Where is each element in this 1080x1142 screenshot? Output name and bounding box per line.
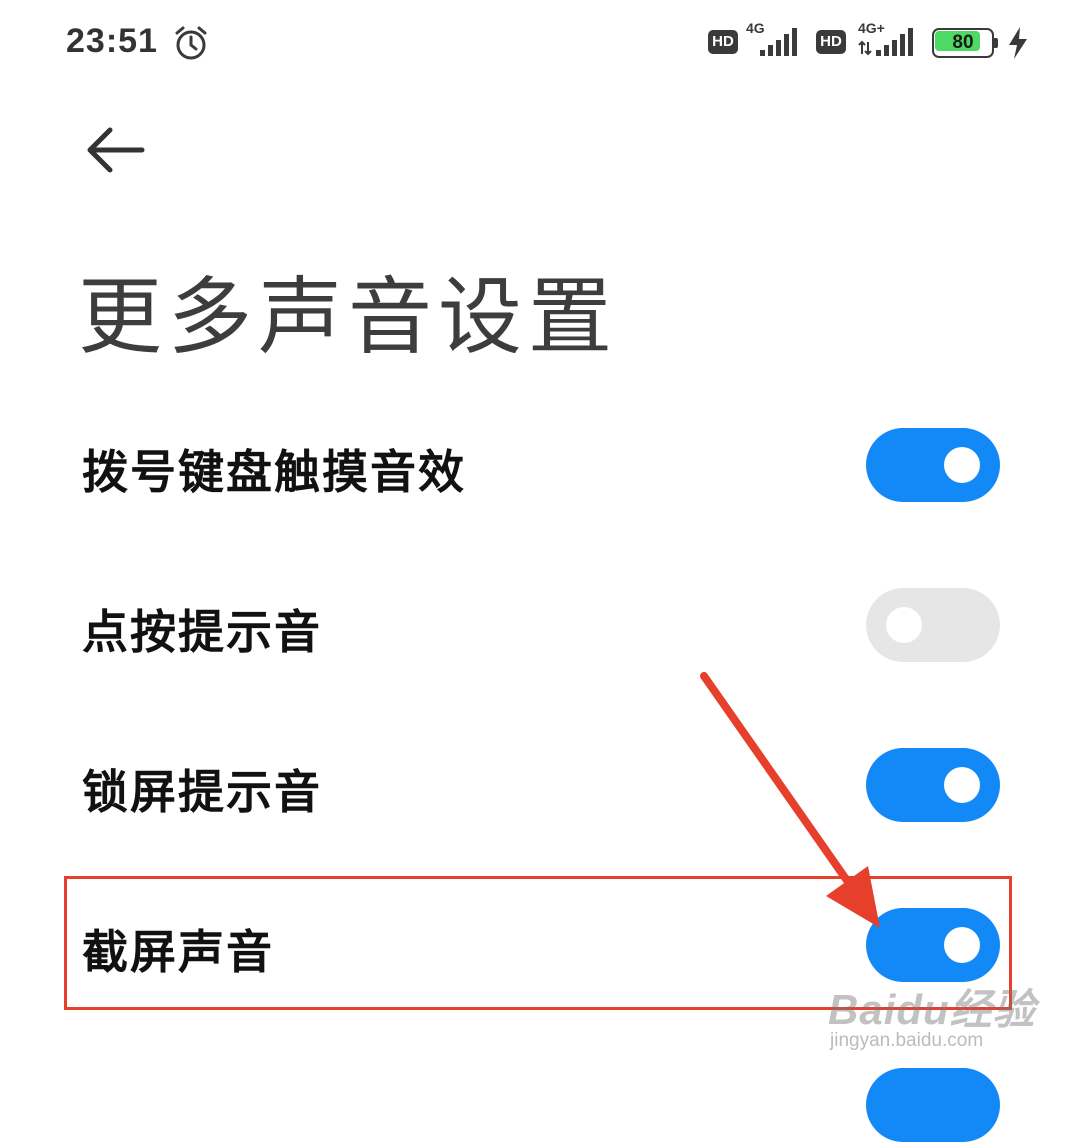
toggle-knob bbox=[944, 927, 980, 963]
back-button[interactable] bbox=[76, 118, 156, 182]
setting-row-dialpad-touch-sound: 拨号键盘触摸音效 bbox=[0, 386, 1080, 546]
sim1-signal-icon bbox=[760, 28, 797, 56]
setting-label: 截屏声音 bbox=[82, 925, 274, 979]
next-setting-toggle-partial[interactable] bbox=[866, 1068, 1000, 1142]
setting-row-lock-screen-sound: 锁屏提示音 bbox=[0, 706, 1080, 866]
battery-indicator: 80 bbox=[932, 28, 998, 58]
toggle-knob bbox=[886, 607, 922, 643]
setting-row-tap-sound: 点按提示音 bbox=[0, 546, 1080, 706]
battery-level-text: 80 bbox=[952, 32, 974, 53]
setting-row-screenshot-sound: 截屏声音 bbox=[0, 866, 1080, 1026]
sim1-hd-badge: HD bbox=[708, 30, 738, 54]
screenshot-sound-toggle[interactable] bbox=[866, 908, 1000, 982]
alarm-clock-icon bbox=[175, 26, 207, 60]
status-time: 23:51 bbox=[66, 22, 158, 60]
data-activity-icon bbox=[858, 40, 872, 56]
tap-sound-toggle[interactable] bbox=[866, 588, 1000, 662]
battery-tip bbox=[994, 38, 998, 48]
watermark-url: jingyan.baidu.com bbox=[830, 1030, 984, 1051]
charging-bolt-icon bbox=[1009, 27, 1027, 59]
setting-label: 锁屏提示音 bbox=[82, 765, 322, 819]
status-bar: 23:51 HD 4G HD 4G+ 80 bbox=[0, 0, 1080, 86]
arrow-left-icon bbox=[87, 127, 145, 173]
toggle-knob bbox=[944, 447, 980, 483]
setting-label: 点按提示音 bbox=[82, 605, 322, 659]
sim2-signal-icon bbox=[876, 28, 913, 56]
page-title: 更多声音设置 bbox=[78, 268, 619, 366]
toggle-knob bbox=[944, 767, 980, 803]
dialpad-touch-sound-toggle[interactable] bbox=[866, 428, 1000, 502]
lock-screen-sound-toggle[interactable] bbox=[866, 748, 1000, 822]
setting-label: 拨号键盘触摸音效 bbox=[82, 445, 466, 499]
sim2-hd-badge: HD bbox=[816, 30, 846, 54]
